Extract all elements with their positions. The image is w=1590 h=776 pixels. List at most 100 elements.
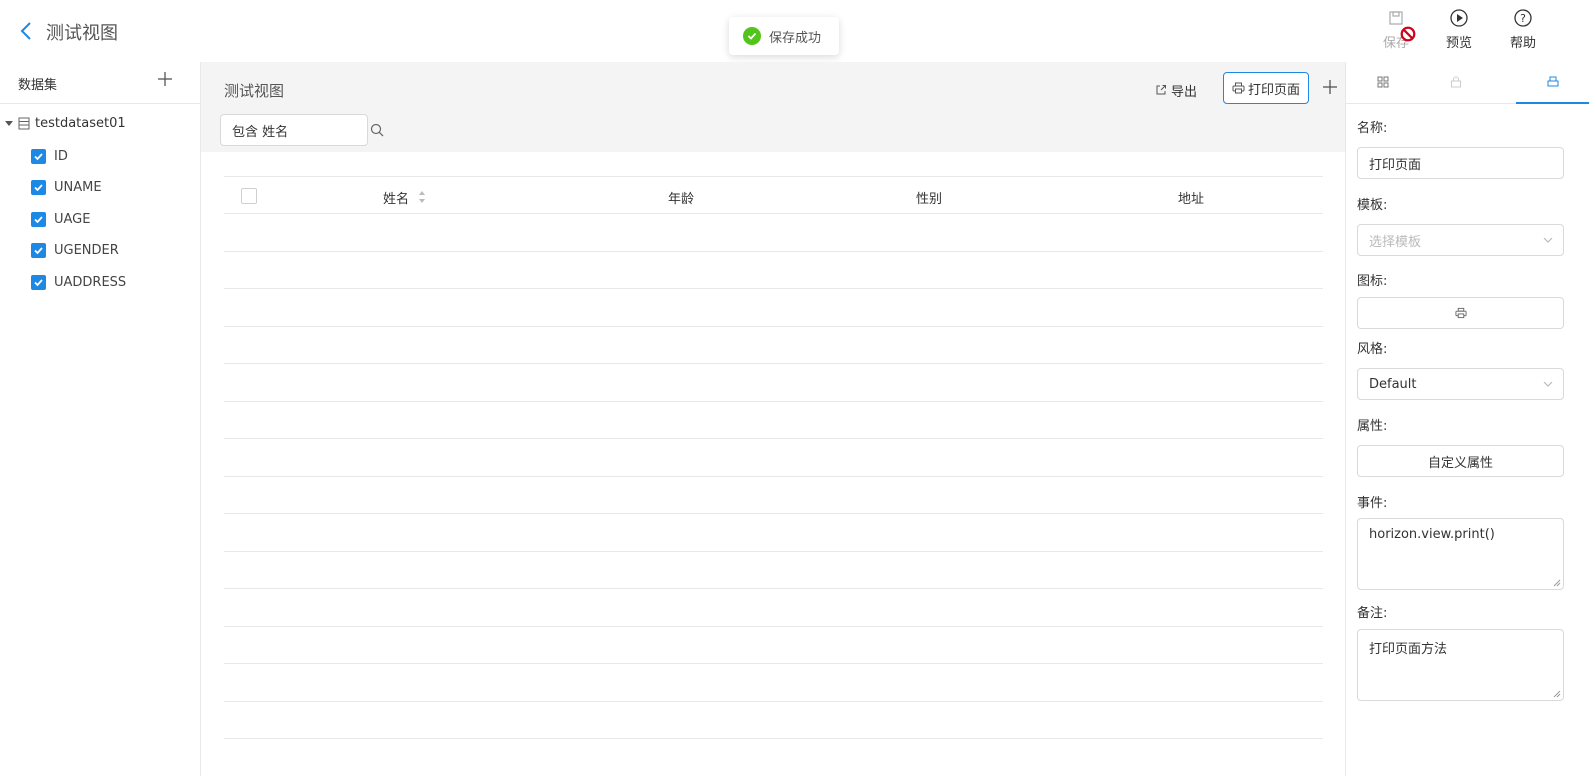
- table-row: [224, 552, 1323, 589]
- dataset-sidebar: 数据集 testdataset01 ID UNAME UAGE UGENDER …: [0, 62, 201, 776]
- event-value: horizon.view.print(): [1369, 527, 1495, 542]
- table-row: [224, 289, 1323, 327]
- resize-handle-icon[interactable]: [1553, 690, 1561, 698]
- table-row: [224, 327, 1323, 364]
- style-value: Default: [1369, 376, 1417, 392]
- table-header: 姓名 年龄 性别 地址: [224, 176, 1323, 214]
- icon-picker[interactable]: [1357, 297, 1564, 329]
- back-arrow-icon[interactable]: [18, 20, 36, 42]
- event-textarea[interactable]: horizon.view.print(): [1357, 518, 1564, 590]
- export-button[interactable]: 导出: [1155, 80, 1197, 100]
- name-input[interactable]: 打印页面: [1357, 147, 1564, 179]
- help-button[interactable]: ? 帮助: [1501, 8, 1545, 56]
- caret-down-icon[interactable]: [4, 118, 14, 128]
- top-header: 测试视图 保存成功 保存 预览 ? 帮助: [0, 0, 1590, 62]
- column-header-age[interactable]: 年龄: [668, 188, 694, 207]
- lock-icon: [1450, 76, 1461, 88]
- field-item-uaddress[interactable]: UADDRESS: [31, 272, 126, 292]
- style-label: 风格:: [1357, 342, 1388, 357]
- field-label: UNAME: [54, 179, 102, 195]
- print-icon: [1232, 82, 1245, 94]
- resize-handle-icon[interactable]: [1553, 579, 1561, 587]
- table-row: [224, 627, 1323, 664]
- check-circle-icon: [743, 27, 761, 45]
- tab-properties[interactable]: [1516, 62, 1589, 104]
- field-label: UADDRESS: [54, 274, 127, 290]
- field-item-ugender[interactable]: UGENDER: [31, 240, 119, 260]
- column-header-gender[interactable]: 性别: [916, 188, 942, 207]
- print-page-button[interactable]: 打印页面: [1223, 72, 1309, 104]
- note-textarea[interactable]: 打印页面方法: [1357, 629, 1564, 701]
- table-row: [224, 402, 1323, 439]
- grid-icon: [1377, 76, 1388, 88]
- column-header-name[interactable]: 姓名: [383, 188, 409, 207]
- name-label: 名称:: [1357, 121, 1388, 136]
- view-canvas: 测试视图 导出 打印页面 包含 姓名 姓名 年龄 性别 地址: [201, 62, 1345, 776]
- add-button-icon[interactable]: [1321, 78, 1339, 96]
- help-label: 帮助: [1509, 36, 1536, 51]
- panel-tabs: [1346, 62, 1590, 104]
- table-row: [224, 477, 1323, 514]
- play-circle-icon: [1450, 9, 1468, 27]
- note-value: 打印页面方法: [1369, 642, 1448, 657]
- view-toolbar: 测试视图 导出 打印页面: [201, 62, 1345, 152]
- tab-layout[interactable]: [1346, 62, 1419, 104]
- table-row: [224, 439, 1323, 477]
- search-icon[interactable]: [370, 123, 385, 138]
- checkbox-checked-icon[interactable]: [31, 179, 46, 195]
- custom-attributes-label: 自定义属性: [1427, 455, 1493, 471]
- custom-attributes-button[interactable]: 自定义属性: [1357, 445, 1564, 477]
- help-circle-icon: ?: [1514, 9, 1532, 27]
- field-label: UAGE: [54, 211, 91, 227]
- checkbox-checked-icon[interactable]: [31, 274, 46, 290]
- page-title: 测试视图: [46, 23, 118, 44]
- icon-label: 图标:: [1357, 274, 1388, 289]
- data-table: 姓名 年龄 性别 地址: [224, 176, 1323, 739]
- field-label: ID: [54, 148, 68, 164]
- preview-label: 预览: [1445, 36, 1472, 51]
- select-all-checkbox[interactable]: [241, 188, 257, 204]
- field-item-id[interactable]: ID: [31, 146, 68, 166]
- table-row: [224, 514, 1323, 552]
- table-row: [224, 589, 1323, 627]
- event-label: 事件:: [1357, 496, 1388, 511]
- checkbox-checked-icon[interactable]: [31, 242, 46, 258]
- chevron-down-icon: [1543, 237, 1553, 243]
- dataset-node[interactable]: testdataset01: [4, 112, 126, 134]
- table-row: [224, 364, 1323, 402]
- success-toast: 保存成功: [729, 17, 839, 55]
- save-icon: [1389, 11, 1403, 25]
- checkbox-checked-icon[interactable]: [31, 211, 46, 227]
- dataset-label: testdataset01: [35, 115, 126, 131]
- search-input[interactable]: [220, 114, 368, 146]
- property-panel: 名称: 打印页面 模板: 选择模板 图标: 风格: Default 属性: 自定…: [1345, 62, 1590, 776]
- tab-security[interactable]: [1419, 62, 1492, 104]
- attributes-label: 属性:: [1357, 419, 1388, 434]
- print-icon: [1547, 76, 1558, 87]
- checkbox-checked-icon[interactable]: [31, 148, 46, 164]
- export-icon: [1156, 85, 1166, 95]
- table-row: [224, 214, 1323, 252]
- chevron-down-icon: [1543, 381, 1553, 387]
- sort-icon[interactable]: [418, 190, 426, 204]
- table-row: [224, 252, 1323, 289]
- sidebar-title: 数据集: [18, 78, 58, 93]
- column-header-address[interactable]: 地址: [1178, 188, 1204, 207]
- svg-text:?: ?: [1520, 12, 1526, 25]
- export-label: 导出: [1171, 84, 1198, 100]
- template-select[interactable]: 选择模板: [1357, 224, 1564, 256]
- toast-message: 保存成功: [769, 30, 822, 46]
- save-button[interactable]: 保存: [1374, 8, 1418, 56]
- field-label: UGENDER: [54, 242, 119, 258]
- field-item-uname[interactable]: UNAME: [31, 177, 102, 197]
- template-placeholder: 选择模板: [1369, 234, 1422, 250]
- table-row: [224, 664, 1323, 702]
- style-select[interactable]: Default: [1357, 368, 1564, 400]
- print-page-label: 打印页面: [1247, 82, 1300, 98]
- field-item-uage[interactable]: UAGE: [31, 209, 90, 229]
- view-title: 测试视图: [224, 82, 285, 100]
- template-label: 模板:: [1357, 198, 1388, 213]
- add-dataset-icon[interactable]: [156, 70, 174, 88]
- preview-button[interactable]: 预览: [1437, 8, 1481, 56]
- sidebar-header: 数据集: [0, 62, 200, 104]
